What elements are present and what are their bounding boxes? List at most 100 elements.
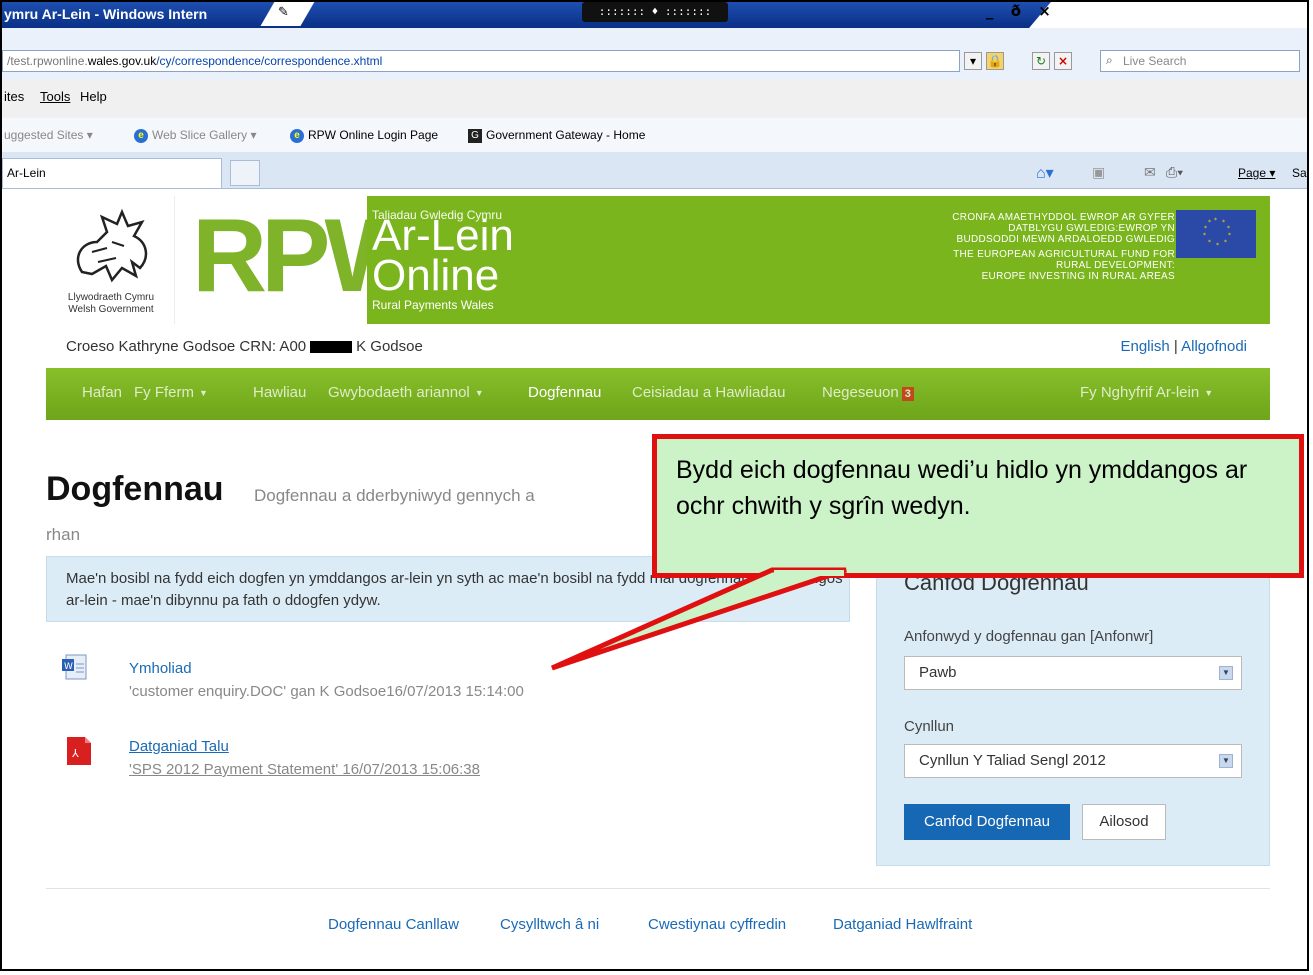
- svg-text:*: *: [1224, 239, 1227, 246]
- footer-copyright-link[interactable]: Datganiad Hawlfraint: [833, 916, 972, 933]
- caret-down-icon: ▼: [199, 388, 208, 399]
- nav-fferm[interactable]: Fy Fferm ▼: [134, 384, 208, 401]
- nav-ariannol[interactable]: Gwybodaeth ariannol ▼: [328, 384, 484, 401]
- address-host: wales.gov.uk: [87, 54, 157, 68]
- page-title: Dogfennau: [46, 470, 224, 508]
- footer-guidance-link[interactable]: Dogfennau Canllaw: [328, 916, 459, 933]
- find-documents-button[interactable]: Canfod Dogfennau: [904, 804, 1070, 840]
- menu-help[interactable]: Help: [80, 89, 107, 104]
- nav-cyfrif[interactable]: Fy Nghyfrif Ar-lein ▼: [1080, 384, 1213, 401]
- safety-menu[interactable]: Sa: [1292, 166, 1307, 180]
- banner-online: Online: [372, 251, 500, 300]
- print-icon[interactable]: ⎙▾: [1166, 164, 1183, 181]
- favorite-rpw-login[interactable]: e RPW Online Login Page: [290, 128, 438, 143]
- eu-fund-text: CRONFA AMAETHYDDOL EWROP AR GYFER DATBLY…: [952, 212, 1175, 282]
- svg-text:*: *: [1214, 217, 1217, 224]
- nav-negeseuon[interactable]: Negeseuon 3: [822, 384, 914, 401]
- svg-text:*: *: [1216, 242, 1219, 249]
- welcome-prefix: Croeso Kathryne Godsoe CRN: A00: [66, 338, 307, 355]
- document-link[interactable]: Datganiad Talu: [129, 738, 229, 755]
- eu-cy-line: CRONFA AMAETHYDDOL EWROP AR GYFER: [952, 212, 1175, 223]
- window-controls[interactable]: _ ð ×: [986, 2, 1057, 20]
- svg-text:*: *: [1227, 225, 1230, 232]
- page-subtitle: Dogfennau a dderbyniwyd gennych a: [254, 486, 535, 505]
- sender-label: Anfonwyd y dogfennau gan [Anfonwr]: [904, 628, 1154, 645]
- gov-name-en: Welsh Government: [68, 304, 154, 315]
- caret-down-icon: ▼: [474, 388, 484, 399]
- address-prefix: /test.rpwonline.: [7, 54, 88, 68]
- fullscreen-grip[interactable]: ::::::: ♦ :::::::: [582, 2, 728, 22]
- favorite-gov-gateway[interactable]: G Government Gateway - Home: [468, 128, 645, 143]
- document-detail[interactable]: 'SPS 2012 Payment Statement' 16/07/2013 …: [129, 761, 480, 778]
- top-links: English | Allgofnodi: [1120, 338, 1247, 355]
- logout-link[interactable]: Allgofnodi: [1181, 338, 1247, 355]
- new-tab-button[interactable]: [230, 160, 260, 186]
- dragon-logo-icon: [76, 208, 148, 283]
- menu-tools[interactable]: Tools: [40, 89, 70, 104]
- nav-ceisiadau[interactable]: Ceisiadau a Hawliadau: [632, 384, 785, 401]
- lock-icon[interactable]: 🔒: [986, 52, 1004, 70]
- favorite-suggested-sites[interactable]: uggested Sites ▾: [4, 128, 93, 142]
- svg-text:⅄: ⅄: [72, 747, 79, 760]
- eu-flag-icon: * *** **** **: [1176, 210, 1256, 258]
- menu-bar: [2, 80, 1307, 119]
- svg-text:*: *: [1208, 219, 1211, 226]
- svg-text:*: *: [1228, 232, 1231, 239]
- stop-icon[interactable]: ×: [1054, 52, 1072, 70]
- svg-text:*: *: [1204, 225, 1207, 232]
- title-white-area: [1075, 2, 1307, 28]
- callout-text: Bydd eich dogfennau wedi’u hidlo yn ymdd…: [676, 456, 1248, 520]
- nav-negeseuon-label: Negeseuon: [822, 384, 899, 401]
- address-path: /cy/correspondence/correspondence.xhtml: [156, 54, 383, 68]
- gov-name: Llywodraeth Cymru Welsh Government: [48, 292, 174, 316]
- word-document-icon: W: [62, 654, 87, 680]
- eu-cy-line: DATBLYGU GWLEDIG:EWROP YN: [1008, 223, 1175, 234]
- eu-en-line: RURAL DEVELOPMENT:: [1056, 260, 1175, 271]
- eu-en-line: EUROPE INVESTING IN RURAL AREAS: [981, 271, 1175, 282]
- redacted-crn: [310, 341, 353, 354]
- footer-faq-link[interactable]: Cwestiynau cyffredin: [648, 916, 786, 933]
- favorite-rpw-login-label: RPW Online Login Page: [308, 128, 439, 142]
- message-count-badge: 3: [901, 387, 914, 401]
- document-link[interactable]: Ymholiad: [129, 660, 192, 677]
- ie-icon: e: [290, 128, 304, 143]
- footer-divider: [46, 888, 1270, 889]
- favorite-gov-gateway-label: Government Gateway - Home: [486, 128, 646, 142]
- page-menu[interactable]: Page ▾: [1238, 166, 1275, 180]
- sender-select-value: Pawb: [919, 664, 957, 681]
- banner-rural-payments: Rural Payments Wales: [372, 298, 494, 312]
- live-search-input[interactable]: Live Search: [1100, 50, 1300, 72]
- sender-select[interactable]: Pawb ▼: [904, 656, 1242, 690]
- nav-ariannol-label: Gwybodaeth ariannol: [328, 384, 470, 401]
- favorite-web-slice-label: Web Slice Gallery ▾: [152, 128, 257, 142]
- favorite-web-slice[interactable]: e Web Slice Gallery ▾: [134, 128, 257, 143]
- caret-down-icon: ▼: [1204, 388, 1214, 399]
- gateway-icon: G: [468, 128, 482, 143]
- home-icon[interactable]: ⌂▾: [1036, 163, 1054, 183]
- browser-tab-active[interactable]: Ar-Lein: [2, 158, 222, 188]
- reset-button[interactable]: Ailosod: [1082, 804, 1166, 840]
- pdf-document-icon: ⅄: [67, 737, 91, 765]
- feeds-icon[interactable]: ▣: [1092, 164, 1105, 181]
- english-link[interactable]: English: [1120, 338, 1169, 355]
- nav-dogfennau[interactable]: Dogfennau: [528, 384, 601, 401]
- gov-name-cy: Llywodraeth Cymru: [67, 292, 155, 303]
- eu-en-line: THE EUROPEAN AGRICULTURAL FUND FOR: [953, 249, 1175, 260]
- document-detail: 'customer enquiry.DOC' gan K Godsoe16/07…: [129, 683, 524, 700]
- svg-text:*: *: [1222, 219, 1225, 226]
- nav-hafan[interactable]: Hafan: [82, 384, 122, 401]
- ie-icon: e: [134, 128, 148, 143]
- chevron-down-icon: ▼: [1219, 754, 1233, 768]
- pin-icon: ✎: [278, 5, 289, 20]
- footer-contact-link[interactable]: Cysylltwch â ni: [500, 916, 599, 933]
- dropdown-icon[interactable]: ▾: [964, 52, 982, 70]
- svg-text:W: W: [64, 662, 73, 672]
- mail-icon[interactable]: ✉: [1144, 164, 1156, 181]
- scheme-select-value: Cynllun Y Taliad Sengl 2012: [919, 752, 1106, 769]
- scheme-select[interactable]: Cynllun Y Taliad Sengl 2012 ▼: [904, 744, 1242, 778]
- page-subtitle-cont: rhan: [46, 525, 81, 544]
- refresh-icon[interactable]: ↻: [1032, 52, 1050, 70]
- nav-hawliau[interactable]: Hawliau: [253, 384, 306, 401]
- address-bar[interactable]: /test.rpwonline.wales.gov.uk/cy/correspo…: [2, 50, 960, 72]
- menu-favorites[interactable]: ites: [4, 89, 24, 104]
